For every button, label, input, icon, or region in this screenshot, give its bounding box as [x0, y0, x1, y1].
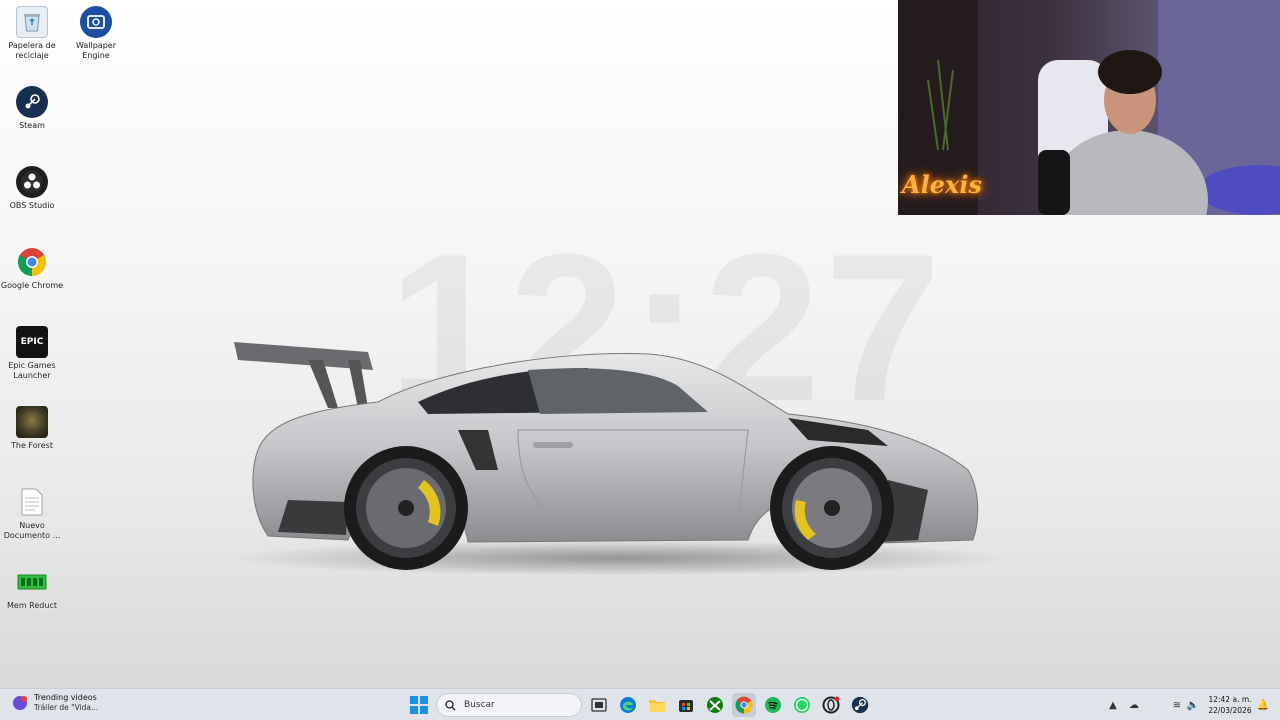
news-widget-icon	[13, 696, 27, 710]
opera-gx-button[interactable]	[819, 693, 843, 717]
desktop-icon-steam[interactable]: Steam	[0, 86, 64, 162]
search-icon	[445, 699, 456, 710]
whatsapp-button[interactable]	[790, 693, 814, 717]
obs-icon	[16, 166, 48, 198]
porsche-car-image	[228, 342, 1008, 576]
speaker-icon[interactable]: 🔈	[1186, 698, 1200, 712]
news-subtitle: Tráiler de "Vida...	[34, 703, 99, 712]
steam-icon	[16, 86, 48, 118]
desktop-icon-label: Google Chrome	[0, 281, 64, 290]
desktop-icon-label: Nuevo Documento ...	[3, 521, 61, 540]
desktop-icon-label: Mem Reduct	[7, 601, 57, 610]
task-view-icon	[591, 698, 607, 712]
opera-gx-icon	[822, 696, 840, 714]
file-explorer-button[interactable]	[645, 693, 669, 717]
desktop-icon-new-document[interactable]: Nuevo Documento ...	[0, 486, 64, 562]
steam-icon	[851, 696, 869, 714]
cloud-icon[interactable]: ☁	[1127, 698, 1141, 712]
desktop-icon-label: OBS Studio	[9, 201, 55, 210]
file-explorer-icon	[649, 700, 665, 712]
xbox-icon	[707, 697, 723, 713]
chrome-icon	[735, 696, 753, 714]
system-clock[interactable]: 12:42 a. m. 22/03/2026	[1204, 694, 1256, 716]
recycle-bin-icon	[16, 6, 48, 38]
desktop-icon-label: Epic Games Launcher	[8, 361, 56, 380]
taskbar: Trending videos Tráiler de "Vida... Busc…	[0, 688, 1280, 720]
chrome-icon	[16, 246, 48, 278]
desktop-icon-label: Papelera de reciclaje	[8, 41, 56, 60]
epic-games-icon: EPIC	[16, 326, 48, 358]
xbox-button[interactable]	[703, 693, 727, 717]
the-forest-icon	[16, 406, 48, 438]
spotify-icon	[765, 697, 781, 713]
desktop-icon-the-forest[interactable]: The Forest	[0, 406, 64, 482]
start-button[interactable]	[407, 693, 431, 717]
chevron-up-icon[interactable]: ▲	[1106, 698, 1120, 712]
store-button[interactable]	[674, 693, 698, 717]
desktop-icon-obs[interactable]: OBS Studio	[0, 166, 64, 242]
desktop-icon-epic-games[interactable]: EPIC Epic Games Launcher	[0, 326, 64, 402]
desktop-icon-label: Wallpaper Engine	[75, 41, 116, 60]
chrome-taskbar-button[interactable]	[732, 693, 756, 717]
desktop-icon-recycle-bin[interactable]: Papelera de reciclaje	[0, 6, 64, 82]
webcam-overlay: Alexis	[898, 0, 1280, 215]
news-title: Trending videos	[34, 693, 97, 702]
document-icon	[16, 486, 48, 518]
clock-time: 12:42 a. m.	[1208, 695, 1252, 704]
edge-button[interactable]	[616, 693, 640, 717]
spotify-button[interactable]	[761, 693, 785, 717]
search-placeholder: Buscar	[464, 700, 495, 710]
desktop-icon-label: The Forest	[11, 441, 53, 450]
neon-sign: Alexis	[902, 170, 982, 199]
notifications-icon[interactable]: 🔔	[1256, 698, 1270, 712]
desktop-icon-wallpaper-engine[interactable]: Wallpaper Engine	[64, 6, 128, 82]
news-widget[interactable]: Trending videos Tráiler de "Vida...	[12, 693, 98, 713]
desktop-icon-mem-reduct[interactable]: Mem Reduct	[0, 566, 64, 642]
wifi-icon[interactable]: ≋	[1170, 698, 1184, 712]
whatsapp-icon	[794, 697, 810, 713]
mem-reduct-icon	[16, 566, 48, 598]
taskbar-search[interactable]: Buscar	[436, 693, 582, 717]
start-icon	[410, 696, 428, 714]
wallpaper-engine-icon	[80, 6, 112, 38]
store-icon	[679, 700, 693, 712]
steam-taskbar-button[interactable]	[848, 693, 872, 717]
desktop-icon-label: Steam	[19, 121, 45, 130]
clock-date: 22/03/2026	[1208, 706, 1252, 715]
edge-icon	[620, 697, 636, 713]
task-view-button[interactable]	[587, 693, 611, 717]
desktop-icon-chrome[interactable]: Google Chrome	[0, 246, 64, 322]
